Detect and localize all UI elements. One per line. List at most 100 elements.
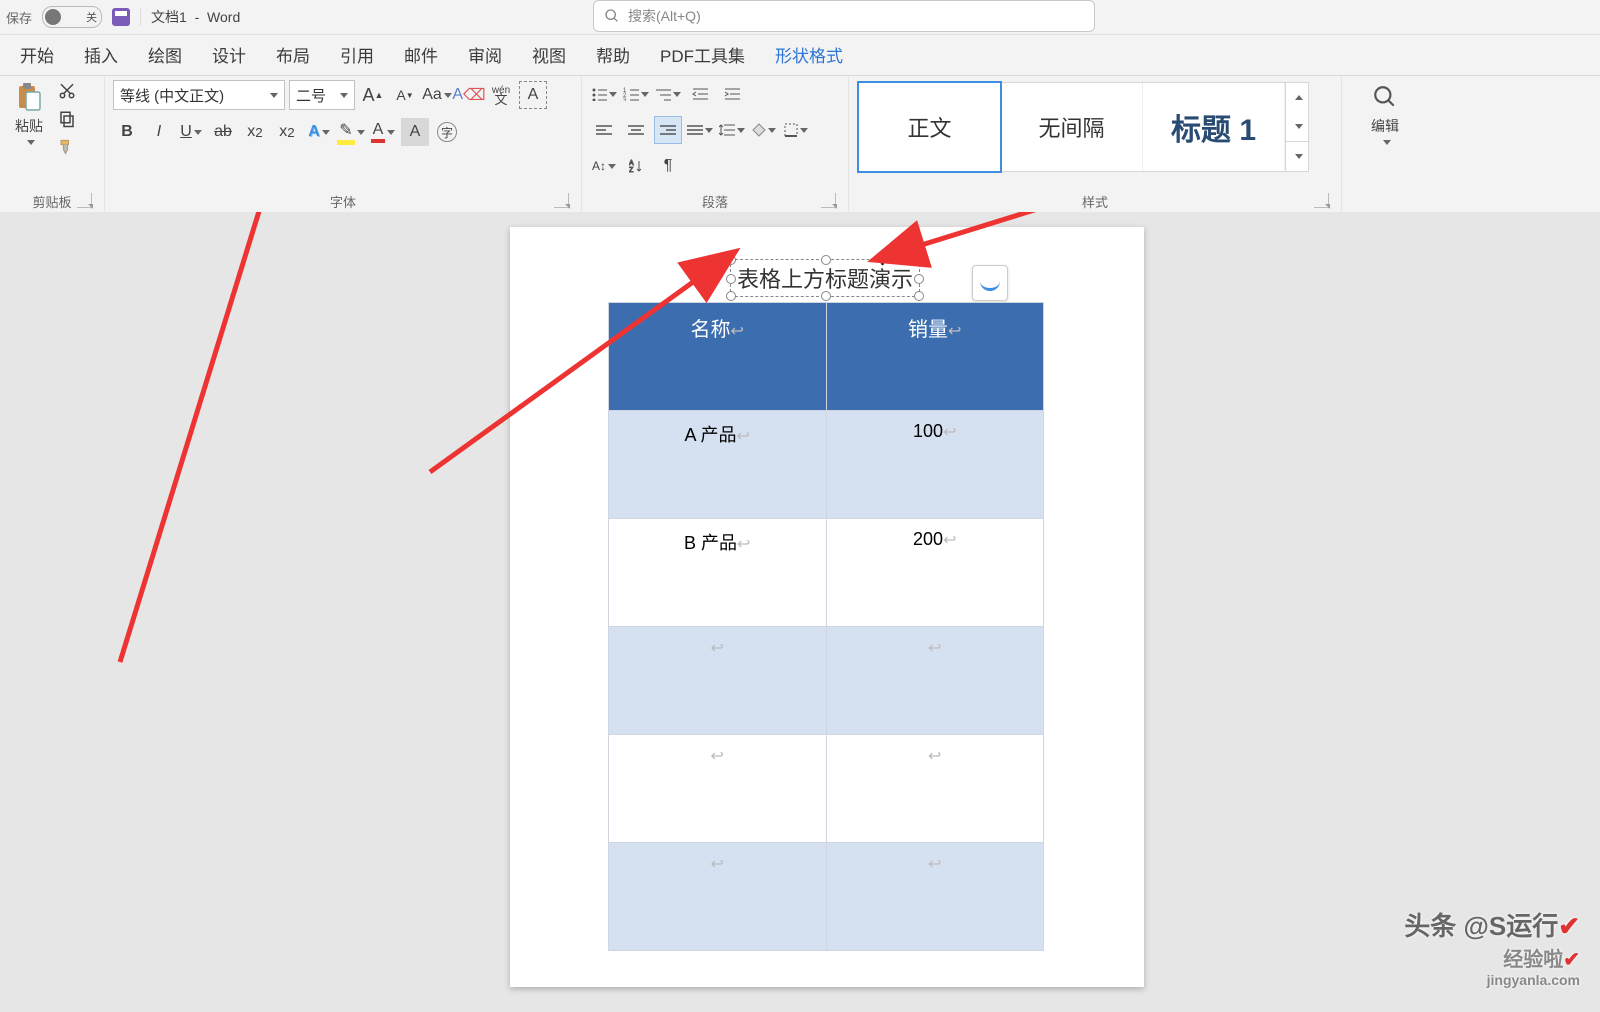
styles-gallery[interactable]: 正文 无间隔 标题 1 (857, 82, 1309, 172)
indent-decrease-button[interactable] (686, 80, 714, 108)
table-cell[interactable]: ↩ (609, 843, 827, 951)
styles-scroll[interactable] (1285, 83, 1308, 171)
bold-button[interactable]: B (113, 118, 141, 146)
tab-design[interactable]: 设计 (198, 34, 260, 75)
dialog-launcher-icon[interactable] (821, 193, 836, 208)
font-size-combo[interactable]: 二号 (289, 80, 355, 110)
chevron-down-icon (270, 93, 278, 98)
multilevel-button[interactable] (654, 80, 682, 108)
dialog-launcher-icon[interactable] (77, 193, 92, 208)
grow-font-button[interactable]: A▲ (359, 81, 387, 109)
page[interactable]: 表格上方标题演示 ✥ 名称↩ 销量↩ A 产品↩ 100↩ B 产品↩ (510, 227, 1144, 987)
resize-handle[interactable] (726, 274, 736, 284)
shading-button[interactable] (750, 116, 778, 144)
table-row: ↩ ↩ (609, 627, 1044, 735)
subscript-button[interactable]: x2 (241, 118, 269, 146)
enclose-char-button[interactable]: 字 (433, 118, 461, 146)
tab-review[interactable]: 审阅 (454, 34, 516, 75)
change-case-button[interactable]: Aa (423, 81, 451, 109)
table-cell[interactable]: 200↩ (826, 519, 1044, 627)
tab-pdf[interactable]: PDF工具集 (646, 34, 759, 75)
highlight-button[interactable]: ✎ (337, 118, 365, 146)
table-cell[interactable]: ↩ (826, 735, 1044, 843)
paste-button[interactable]: 粘贴 (8, 80, 50, 147)
text-direction-button[interactable]: A↕ (590, 152, 618, 180)
tab-insert[interactable]: 插入 (70, 34, 132, 75)
search-box[interactable]: 搜索(Alt+Q) (593, 0, 1095, 32)
table-cell[interactable]: A 产品↩ (609, 411, 827, 519)
style-normal[interactable]: 正文 (857, 81, 1002, 173)
group-styles: 正文 无间隔 标题 1 样式 (849, 76, 1342, 214)
tab-mailings[interactable]: 邮件 (390, 34, 452, 75)
align-center-button[interactable] (622, 116, 650, 144)
superscript-button[interactable]: x2 (273, 118, 301, 146)
resize-handle[interactable] (914, 255, 924, 265)
styles-more-icon[interactable] (1286, 141, 1308, 171)
tab-view[interactable]: 视图 (518, 34, 580, 75)
autosave-toggle[interactable]: 关 (42, 6, 102, 28)
resize-handle[interactable] (821, 255, 831, 265)
bullets-button[interactable] (590, 80, 618, 108)
table-cell[interactable]: ↩ (609, 627, 827, 735)
layout-options-button[interactable] (972, 265, 1008, 301)
table-cell[interactable]: 100↩ (826, 411, 1044, 519)
show-marks-button[interactable]: ¶ (654, 152, 682, 180)
tab-shape-format[interactable]: 形状格式 (761, 34, 857, 75)
format-painter-icon[interactable] (56, 136, 78, 158)
tab-layout[interactable]: 布局 (262, 34, 324, 75)
strikethrough-button[interactable]: ab (209, 118, 237, 146)
resize-handle[interactable] (726, 255, 736, 265)
cut-icon[interactable] (56, 80, 78, 102)
align-justify-button[interactable] (686, 116, 714, 144)
editing-button[interactable]: 编辑 (1364, 80, 1406, 147)
title-textbox[interactable]: 表格上方标题演示 (730, 259, 920, 297)
scroll-down-icon[interactable] (1286, 112, 1308, 141)
dialog-launcher-icon[interactable] (1314, 193, 1329, 208)
group-paragraph: 123 A↕ AZ ¶ 段落 (582, 76, 849, 214)
table-cell[interactable]: ↩ (826, 627, 1044, 735)
style-nospacing[interactable]: 无间隔 (1001, 83, 1143, 171)
table-row: A 产品↩ 100↩ (609, 411, 1044, 519)
scroll-up-icon[interactable] (1286, 83, 1308, 112)
font-family-combo[interactable]: 等线 (中文正文) (113, 80, 285, 110)
data-table[interactable]: 名称↩ 销量↩ A 产品↩ 100↩ B 产品↩ 200↩ ↩ ↩ ↩ ↩ ↩ … (608, 302, 1044, 951)
numbering-button[interactable]: 123 (622, 80, 650, 108)
resize-handle[interactable] (914, 274, 924, 284)
clear-format-button[interactable]: A⌫ (455, 81, 483, 109)
table-cell[interactable]: ↩ (609, 735, 827, 843)
resize-handle[interactable] (821, 291, 831, 301)
indent-increase-button[interactable] (718, 80, 746, 108)
char-shading-button[interactable]: A (401, 118, 429, 146)
tab-draw[interactable]: 绘图 (134, 34, 196, 75)
underline-button[interactable]: U (177, 118, 205, 146)
italic-button[interactable]: I (145, 118, 173, 146)
font-color-button[interactable]: A (369, 118, 397, 146)
table-cell[interactable]: ↩ (826, 843, 1044, 951)
copy-icon[interactable] (56, 108, 78, 130)
align-right-button[interactable] (654, 116, 682, 144)
line-spacing-button[interactable] (718, 116, 746, 144)
tab-home[interactable]: 开始 (6, 34, 68, 75)
move-cursor-icon: ✥ (875, 249, 890, 270)
group-label-font: 字体 (330, 192, 356, 211)
phonetic-guide-button[interactable]: wén文 (487, 81, 515, 109)
dialog-launcher-icon[interactable] (554, 193, 569, 208)
table-header-cell[interactable]: 名称↩ (609, 303, 827, 411)
sort-button[interactable]: AZ (622, 152, 650, 180)
shrink-font-button[interactable]: A▼ (391, 81, 419, 109)
title-bar: 保存 关 文档1 - Word 搜索(Alt+Q) (0, 0, 1600, 35)
align-left-button[interactable] (590, 116, 618, 144)
resize-handle[interactable] (726, 291, 736, 301)
character-border-button[interactable]: A (519, 81, 547, 109)
tab-help[interactable]: 帮助 (582, 34, 644, 75)
save-icon[interactable] (112, 8, 130, 26)
table-row: B 产品↩ 200↩ (609, 519, 1044, 627)
text-effects-button[interactable]: A (305, 118, 333, 146)
tab-references[interactable]: 引用 (326, 34, 388, 75)
borders-button[interactable] (782, 116, 810, 144)
document-canvas[interactable]: 表格上方标题演示 ✥ 名称↩ 销量↩ A 产品↩ 100↩ B 产品↩ (0, 212, 1600, 1000)
table-header-cell[interactable]: 销量↩ (826, 303, 1044, 411)
style-heading1[interactable]: 标题 1 (1143, 83, 1285, 171)
resize-handle[interactable] (914, 291, 924, 301)
table-cell[interactable]: B 产品↩ (609, 519, 827, 627)
